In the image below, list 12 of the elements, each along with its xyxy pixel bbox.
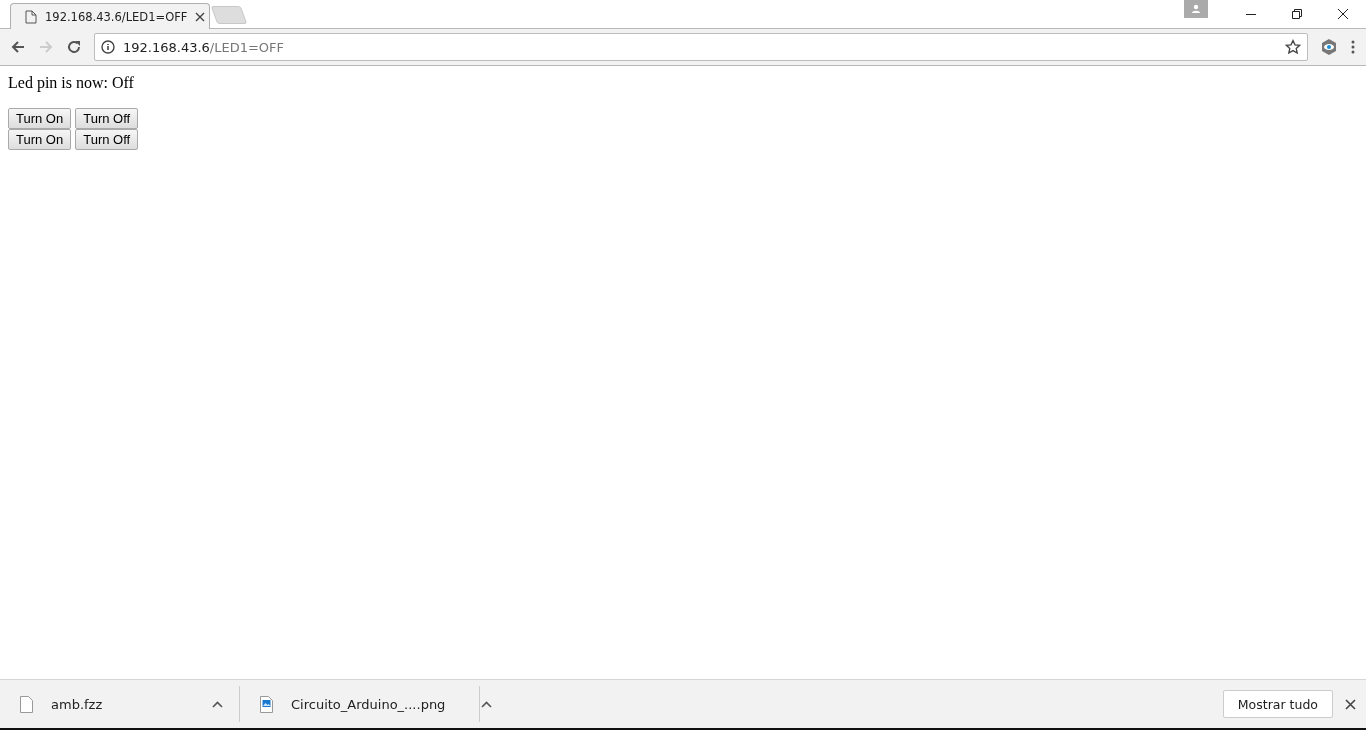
page-button[interactable]: Turn On xyxy=(8,108,72,129)
page-button[interactable]: Turn Off xyxy=(75,129,139,150)
show-all-button[interactable]: Mostrar tudo xyxy=(1222,690,1333,718)
status-text: Led pin is now: Off xyxy=(8,74,135,92)
browser-tab[interactable]: 192.168.43.6/LED1=OFF xyxy=(10,3,210,29)
download-name[interactable]: Circuito_Arduino_....png xyxy=(291,696,446,712)
page-button[interactable]: Turn On xyxy=(8,129,72,150)
url-host: 192.168.43.6 xyxy=(123,39,210,55)
url-path: /LED1=OFF xyxy=(209,39,285,55)
page-button[interactable]: Turn Off xyxy=(75,108,139,129)
download-name[interactable]: amb.fzz xyxy=(51,696,103,712)
address-bar[interactable]: 192.168.43.6/LED1=OFF xyxy=(94,33,1308,61)
